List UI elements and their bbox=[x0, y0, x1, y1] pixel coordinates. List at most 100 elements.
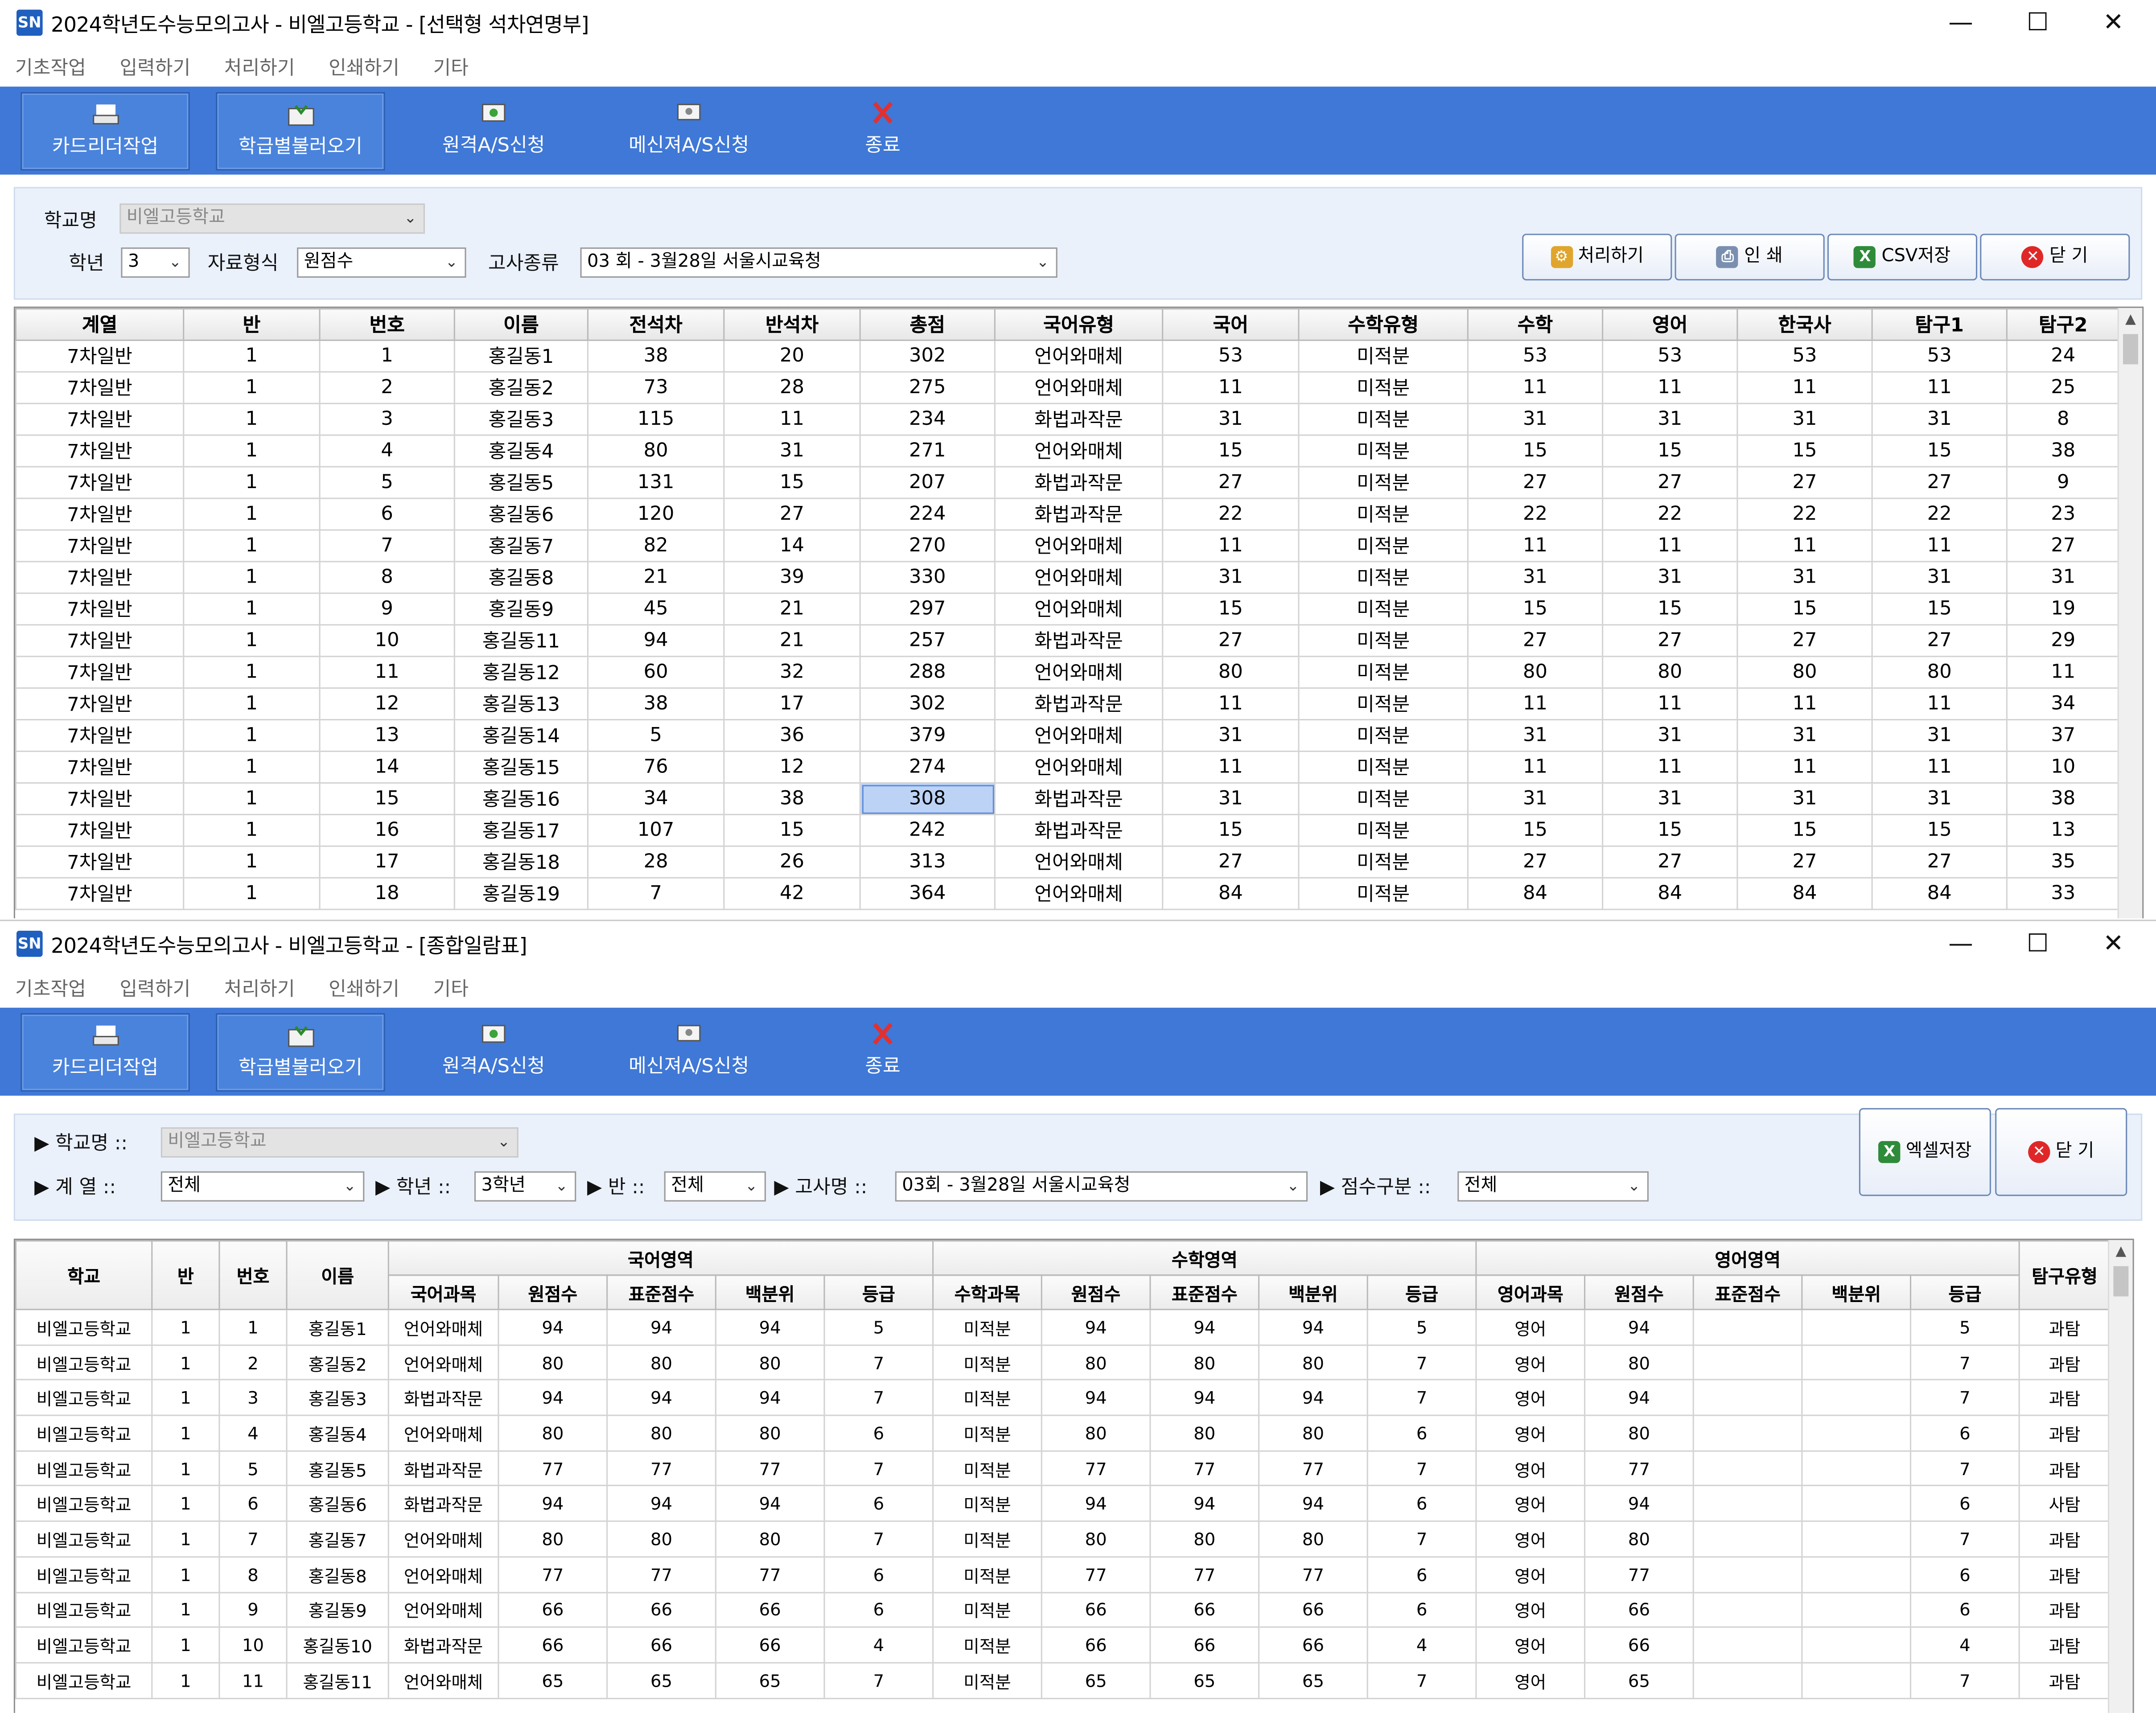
table-cell[interactable]: 1 bbox=[183, 750, 321, 784]
table-cell[interactable]: 7차일반 bbox=[15, 719, 185, 752]
table-cell[interactable]: 비엘고등학교 bbox=[15, 1591, 153, 1628]
table-cell[interactable]: 7차일반 bbox=[15, 656, 185, 689]
table-cell[interactable]: 언어와매체 bbox=[994, 339, 1164, 373]
table-cell[interactable]: 미적분 bbox=[1298, 687, 1469, 721]
table-cell[interactable]: 65 bbox=[715, 1662, 825, 1699]
table-cell[interactable]: 297 bbox=[859, 592, 996, 626]
table-cell[interactable]: 영어 bbox=[1475, 1520, 1586, 1557]
messenger-as-button[interactable]: 메신져A/S신청 bbox=[605, 1013, 773, 1089]
table-cell[interactable]: 화법과작문 bbox=[994, 497, 1164, 531]
table-row[interactable]: 7차일반 1 2 홍길동2 73 28 275 언어와매체 11 미적분 11 11 11 11 25 bbox=[15, 371, 2120, 404]
table-row[interactable]: 7차일반 1 14 홍길동15 76 12 274 언어와매체 11 미적분 11 11 11 11 10 bbox=[15, 750, 2120, 784]
column-header[interactable]: 번호 bbox=[319, 308, 455, 341]
table-cell[interactable]: 15 bbox=[1602, 813, 1738, 847]
table-row[interactable]: 비엘고등학교 1 1 홍길동1 언어와매체 94 94 94 5 미적분 94 94 94 5 영어 94 5 과… bbox=[15, 1309, 2111, 1346]
table-cell[interactable]: 29 bbox=[2006, 624, 2120, 657]
table-cell[interactable]: 13 bbox=[2006, 813, 2120, 847]
table-cell[interactable]: 6 bbox=[319, 497, 455, 531]
table-cell[interactable]: 26 bbox=[723, 845, 861, 879]
print-button[interactable]: ⎙ 인 쇄 bbox=[1675, 234, 1825, 281]
table-cell[interactable]: 27 bbox=[1162, 845, 1300, 879]
remote-as-button[interactable]: 원격A/S신청 bbox=[421, 92, 567, 168]
vertical-scrollbar[interactable]: ▲ bbox=[2117, 308, 2143, 919]
table-cell[interactable]: 과탐 bbox=[2018, 1344, 2111, 1381]
table-cell[interactable]: 미적분 bbox=[932, 1627, 1042, 1664]
table-cell[interactable]: 10 bbox=[218, 1627, 288, 1664]
table-cell[interactable]: 1 bbox=[183, 434, 321, 468]
table-cell[interactable]: 11 bbox=[1602, 371, 1738, 404]
table-cell[interactable]: 언어와매체 bbox=[387, 1556, 499, 1593]
table-cell[interactable]: 94 bbox=[1584, 1309, 1694, 1346]
table-cell[interactable]: 비엘고등학교 bbox=[15, 1627, 153, 1664]
table-cell[interactable]: 27 bbox=[1736, 624, 1873, 657]
school-select[interactable]: 비엘고등학교 ⌄ bbox=[119, 203, 425, 234]
table-cell[interactable]: 11 bbox=[1467, 687, 1604, 721]
table-cell[interactable]: 영어 bbox=[1475, 1485, 1586, 1522]
table-cell[interactable]: 1 bbox=[183, 624, 321, 657]
table-cell[interactable]: 302 bbox=[859, 339, 996, 373]
class-load-button[interactable]: 학급별불러오기 bbox=[216, 92, 385, 171]
table-cell[interactable] bbox=[1692, 1520, 1803, 1557]
table-cell[interactable]: 과탐 bbox=[2018, 1520, 2111, 1557]
table-cell[interactable]: 11 bbox=[1871, 371, 2008, 404]
table-cell[interactable]: 31 bbox=[1467, 561, 1604, 594]
table-cell[interactable]: 홍길동2 bbox=[453, 371, 589, 404]
table-cell[interactable]: 7 bbox=[1366, 1520, 1477, 1557]
table-cell[interactable]: 언어와매체 bbox=[994, 529, 1164, 563]
table-cell[interactable]: 77 bbox=[1041, 1450, 1151, 1487]
table-cell[interactable]: 6 bbox=[218, 1485, 288, 1522]
table-cell[interactable]: 6 bbox=[1910, 1414, 2020, 1452]
table-cell[interactable]: 언어와매체 bbox=[387, 1662, 499, 1699]
table-row[interactable]: 비엘고등학교 1 7 홍길동7 언어와매체 80 80 80 7 미적분 80 80 80 7 영어 80 7 과… bbox=[15, 1520, 2111, 1557]
table-row[interactable]: 7차일반 1 6 홍길동6 120 27 224 화법과작문 22 미적분 22 22 22 22 23 bbox=[15, 497, 2120, 531]
table-cell[interactable]: 270 bbox=[859, 529, 996, 563]
table-cell[interactable]: 홍길동3 bbox=[286, 1379, 389, 1416]
table-cell[interactable]: 비엘고등학교 bbox=[15, 1556, 153, 1593]
table-cell[interactable]: 홍길동6 bbox=[286, 1485, 389, 1522]
table-cell[interactable]: 21 bbox=[587, 561, 725, 594]
column-header[interactable]: 반 bbox=[183, 308, 321, 341]
csv-save-button[interactable]: X CSV저장 bbox=[1827, 234, 1978, 281]
table-cell[interactable]: 언어와매체 bbox=[387, 1414, 499, 1452]
table-cell[interactable]: 미적분 bbox=[1298, 339, 1469, 373]
table-cell[interactable]: 27 bbox=[1162, 624, 1300, 657]
table-cell[interactable]: 65 bbox=[1258, 1662, 1368, 1699]
table-cell[interactable]: 홍길동9 bbox=[286, 1591, 389, 1628]
table-cell[interactable]: 홍길동9 bbox=[453, 592, 589, 626]
table-cell[interactable]: 31 bbox=[1162, 719, 1300, 752]
table-cell[interactable]: 사탐 bbox=[2018, 1485, 2111, 1522]
table-cell[interactable]: 6 bbox=[1366, 1414, 1477, 1452]
table-cell[interactable]: 미적분 bbox=[1298, 561, 1469, 594]
table-cell[interactable]: 1 bbox=[183, 529, 321, 563]
table-cell[interactable]: 홍길동5 bbox=[286, 1450, 389, 1487]
table-cell[interactable]: 80 bbox=[1584, 1414, 1694, 1452]
table-row[interactable]: 비엘고등학교 1 6 홍길동6 화법과작문 94 94 94 6 미적분 94 94 94 6 영어 94 6 사… bbox=[15, 1485, 2111, 1522]
table-cell[interactable]: 24 bbox=[2006, 339, 2120, 373]
column-header[interactable]: 영어 bbox=[1602, 308, 1738, 341]
table-cell[interactable]: 17 bbox=[723, 687, 861, 721]
table-cell[interactable]: 27 bbox=[1871, 845, 2008, 879]
table-cell[interactable]: 미적분 bbox=[1298, 750, 1469, 784]
format-select[interactable]: 원점수 ⌄ bbox=[297, 247, 466, 278]
column-header[interactable]: 국어과목 bbox=[387, 1274, 499, 1310]
table-cell[interactable]: 비엘고등학교 bbox=[15, 1379, 153, 1416]
table-cell[interactable]: 66 bbox=[1149, 1591, 1260, 1628]
column-header[interactable]: 한국사 bbox=[1736, 308, 1873, 341]
table-cell[interactable]: 언어와매체 bbox=[387, 1520, 499, 1557]
table-cell[interactable]: 영어 bbox=[1475, 1379, 1586, 1416]
table-cell[interactable]: 80 bbox=[1041, 1414, 1151, 1452]
table-cell[interactable]: 80 bbox=[715, 1344, 825, 1381]
table-cell[interactable]: 5 bbox=[319, 466, 455, 499]
table-cell[interactable]: 미적분 bbox=[932, 1556, 1042, 1593]
table-cell[interactable]: 7차일반 bbox=[15, 561, 185, 594]
table-cell[interactable]: 27 bbox=[1467, 466, 1604, 499]
table-cell[interactable]: 94 bbox=[587, 624, 725, 657]
table-cell[interactable]: 25 bbox=[2006, 371, 2120, 404]
card-reader-button[interactable]: 카드리더작업 bbox=[21, 92, 190, 171]
column-header[interactable]: 백분위 bbox=[1801, 1274, 1912, 1310]
column-header[interactable]: 반석차 bbox=[723, 308, 861, 341]
table-row[interactable]: 비엘고등학교 1 11 홍길동11 언어와매체 65 65 65 7 미적분 65 65 65 7 영어 65… bbox=[15, 1662, 2111, 1699]
table-cell[interactable]: 28 bbox=[587, 845, 725, 879]
table-cell[interactable]: 7 bbox=[823, 1450, 934, 1487]
table-cell[interactable]: 22 bbox=[1871, 497, 2008, 531]
